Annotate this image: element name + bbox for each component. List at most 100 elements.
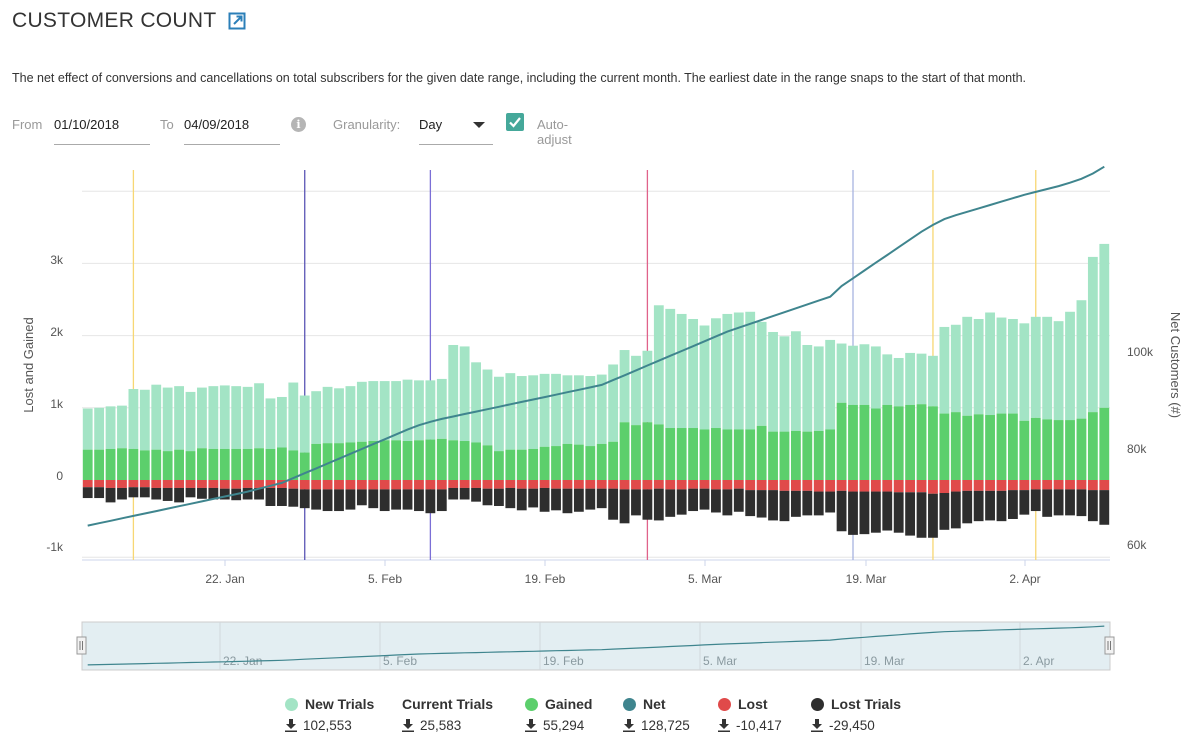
external-link-icon[interactable] [228,12,246,30]
granularity-label: Granularity: [333,117,401,132]
bar-gained [859,404,870,480]
from-label: From [12,117,43,132]
legend-item[interactable]: Current Trials 25,583 [402,696,493,733]
bar-new-trials [322,386,333,444]
bar-new-trials [905,352,916,405]
legend-item[interactable]: Lost -10,417 [718,696,782,733]
bar-gained [722,429,733,480]
y2-axis-title: Net Customers (#) [1168,312,1183,418]
bar-gained [893,406,904,480]
bar-lost [928,480,938,494]
from-date-input[interactable]: 01/10/2018 [54,108,150,145]
bar-lost-trials [631,489,641,516]
bar-lost-trials [596,488,607,509]
info-icon[interactable]: i [291,117,306,132]
bar-gained [1030,417,1041,480]
bar-gained [471,442,481,480]
bar-lost-trials [539,487,550,512]
bar-new-trials [174,386,184,450]
bar-lost-trials [516,488,527,511]
legend-marker-icon [718,697,731,711]
bar-lost [139,480,150,488]
download-arrow-icon [811,719,823,732]
legend-label: Gained [545,696,593,712]
bar-lost [1030,480,1041,490]
bar-lost-trials [356,489,367,506]
bar-lost [551,480,561,489]
bar-new-trials [471,362,481,443]
bar-lost [882,480,893,492]
x-tick-label: 5. Feb [368,572,402,586]
bar-new-trials [197,387,207,449]
legend-value: 128,725 [641,718,690,733]
bar-gained [231,448,242,480]
bar-lost-trials [345,489,356,510]
legend-item[interactable]: New Trials 102,553 [285,696,374,733]
bar-lost-trials [105,487,116,503]
to-date-input[interactable]: 04/09/2018 [184,108,280,145]
bar-gained [676,428,687,480]
bar-new-trials [779,336,790,432]
bar-gained [825,429,836,480]
bar-gained [482,445,493,480]
bar-new-trials [573,375,584,445]
bar-gained [562,443,573,480]
bar-lost-trials [916,492,927,538]
bar-lost [950,480,961,492]
bar-new-trials [356,381,367,442]
bar-gained [402,441,413,480]
legend-total: 102,553 [285,718,374,733]
bar-lost-trials [996,490,1007,522]
bar-lost-trials [619,489,630,524]
bar-gained [836,402,847,480]
bar-lost-trials [1099,490,1110,525]
granularity-select[interactable]: Day [419,108,493,145]
legend-item[interactable]: Gained 55,294 [525,696,592,733]
bar-lost [905,480,916,493]
y2-tick-label: 100k [1127,345,1154,359]
bar-lost [288,480,299,489]
bar-new-trials [768,331,778,432]
legend-label: Net [643,696,666,712]
x-tick-label: 5. Mar [688,572,722,586]
bar-gained [848,404,858,480]
x-tick-label: 22. Jan [205,572,244,586]
legend-item[interactable]: Lost Trials -29,450 [811,696,901,733]
bar-new-trials [494,376,504,452]
bar-gained [162,451,173,480]
bar-gained [219,448,230,480]
bar-lost [756,480,767,491]
download-arrow-icon [623,719,635,732]
bar-lost-trials [585,488,596,510]
bar-lost-trials [802,490,813,516]
bar-gained [950,412,961,480]
bar-lost [539,480,550,488]
auto-adjust-checkbox[interactable] [506,113,524,131]
bar-lost-trials [197,487,207,499]
bar-lost-trials [756,490,767,518]
legend-item[interactable]: Net 128,725 [623,696,690,733]
bar-gained [94,449,105,480]
bar-new-trials [733,312,744,430]
bar-lost [676,480,687,490]
navigator-tick-label: 5. Mar [703,654,737,668]
navigator-handle-left[interactable] [76,636,87,655]
bar-gained [185,451,196,480]
bar-gained [505,449,516,480]
bar-lost-trials [985,490,995,521]
bar-lost [711,480,721,490]
bar-lost [345,480,356,490]
bar-new-trials [973,318,984,415]
bar-new-trials [665,308,676,429]
bar-lost-trials [1053,489,1064,516]
bar-lost-trials [653,488,664,521]
bar-gained [197,448,207,480]
bar-gained [105,448,116,480]
bar-lost-trials [711,489,721,513]
y2-tick-label: 60k [1127,538,1147,552]
bar-lost [1042,480,1053,490]
navigator-handle-right[interactable] [1104,636,1115,655]
bar-lost-trials [1008,490,1018,519]
bar-lost-trials [162,487,173,501]
bar-gained [882,404,893,480]
